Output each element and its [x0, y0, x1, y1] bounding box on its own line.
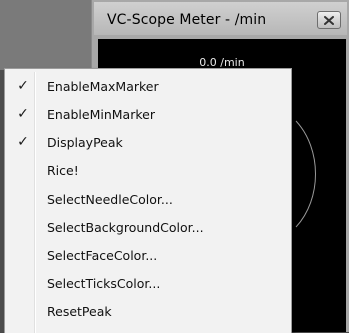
menu-item-label: SelectBackgroundColor...	[47, 220, 204, 235]
menu-item-label: SelectNeedleColor...	[47, 192, 173, 207]
menu-item-label: SelectFaceColor...	[47, 248, 158, 263]
menu-item-label: SelectTicksColor...	[47, 276, 161, 291]
menu-item-label: DisplayPeak	[47, 135, 123, 150]
context-menu: ✓ EnableMaxMarker ✓ EnableMinMarker ✓ Di…	[4, 68, 292, 333]
dial-arc	[295, 120, 316, 228]
menu-item-select-face-color[interactable]: SelectFaceColor...	[7, 243, 289, 269]
menu-item-select-background-color[interactable]: SelectBackgroundColor...	[7, 215, 289, 241]
menu-item-select-ticks-color[interactable]: SelectTicksColor...	[7, 271, 289, 297]
check-icon: ✓	[17, 134, 29, 150]
check-icon: ✓	[17, 106, 29, 122]
menu-item-label: EnableMaxMarker	[47, 79, 159, 94]
close-button[interactable]	[317, 11, 341, 29]
window-titlebar[interactable]: VC-Scope Meter - /min	[94, 2, 347, 35]
menu-item-rice[interactable]: Rice!	[7, 158, 289, 184]
menu-item-label: EnableMinMarker	[47, 107, 155, 122]
close-icon	[324, 15, 334, 25]
desktop-background-light	[0, 0, 92, 70]
menu-item-reset-peak[interactable]: ResetPeak	[7, 299, 289, 325]
menu-item-enable-min-marker[interactable]: ✓ EnableMinMarker	[7, 102, 289, 128]
window-title: VC-Scope Meter - /min	[107, 12, 267, 28]
menu-item-enable-max-marker[interactable]: ✓ EnableMaxMarker	[7, 74, 289, 100]
menu-item-label: ResetPeak	[47, 304, 112, 319]
menu-item-display-peak[interactable]: ✓ DisplayPeak	[7, 130, 289, 156]
menu-item-label: Rice!	[47, 163, 79, 178]
check-icon: ✓	[17, 78, 29, 94]
menu-item-select-needle-color[interactable]: SelectNeedleColor...	[7, 187, 289, 213]
